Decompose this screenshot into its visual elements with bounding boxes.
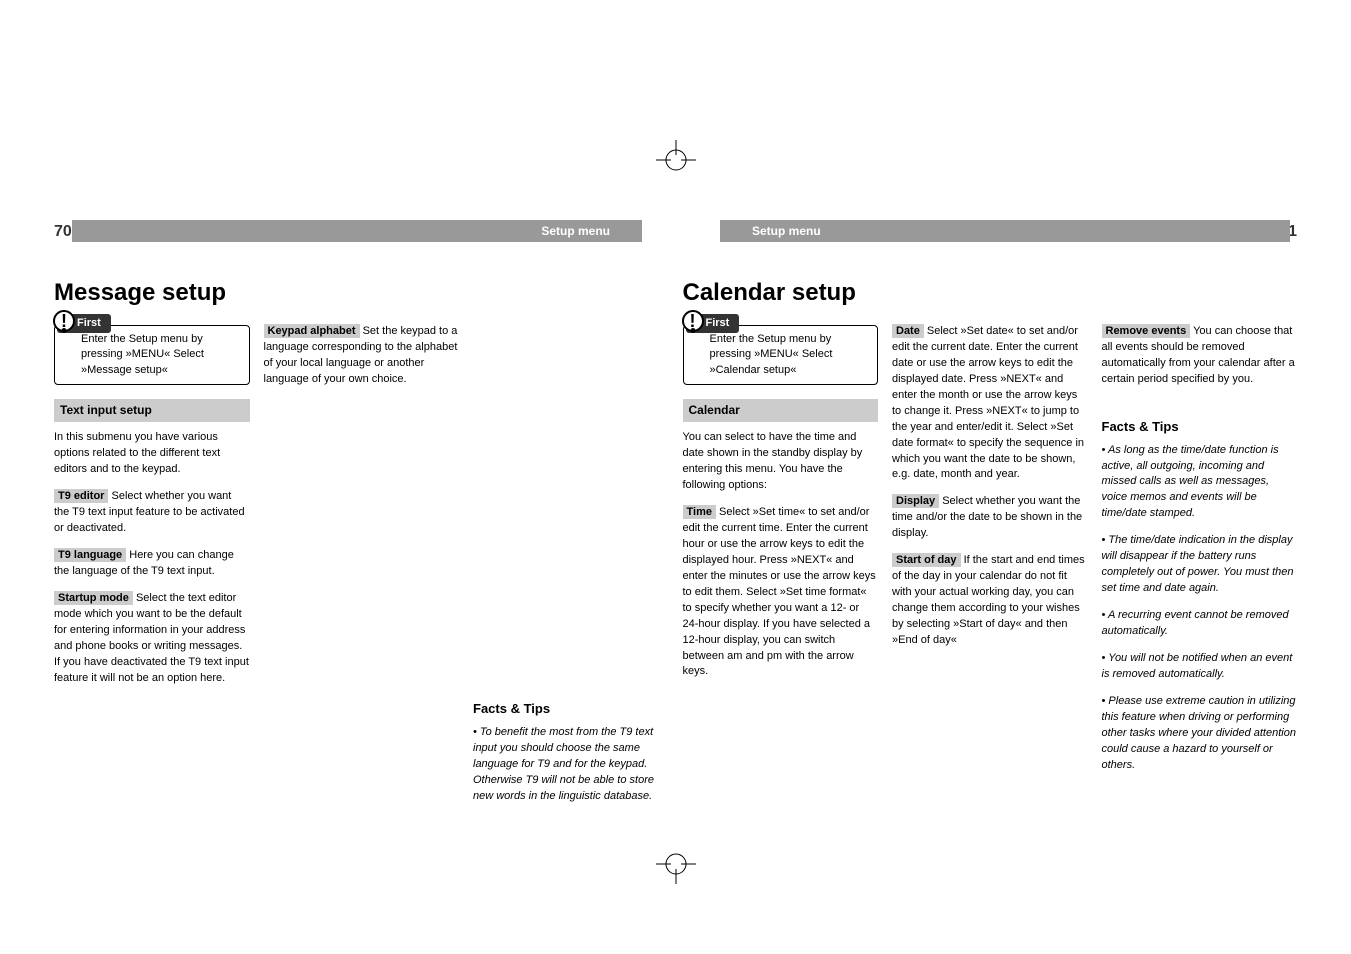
- header-text-right: Setup menu: [752, 224, 821, 238]
- column-4: Calendar setup ! First Enter the Setup m…: [683, 276, 879, 816]
- column-2: Keypad alphabet Set the keypad to a lang…: [264, 276, 460, 816]
- section-calendar: Calendar: [683, 399, 879, 422]
- tag-start-of-day: Start of day: [892, 553, 961, 567]
- tip-5: • You will not be notified when an event…: [1102, 651, 1298, 683]
- para-date: Date Select »Set date« to set and/or edi…: [892, 324, 1088, 483]
- crop-mark-bottom: [656, 844, 696, 884]
- tip-3: • The time/date indication in the displa…: [1102, 533, 1298, 597]
- para-remove: Remove events You can choose that all ev…: [1102, 324, 1298, 388]
- para-t9lang: T9 language Here you can change the lang…: [54, 548, 250, 580]
- para-calendar-intro: You can select to have the time and date…: [683, 430, 879, 494]
- tag-t9-language: T9 language: [54, 548, 126, 562]
- tag-startup-mode: Startup mode: [54, 591, 133, 605]
- first-box-2: ! First Enter the Setup menu by pressing…: [683, 325, 879, 385]
- para-intro: In this submenu you have various options…: [54, 430, 250, 478]
- para-display: Display Select whether you want the time…: [892, 494, 1088, 542]
- header-bar-left: Setup menu: [72, 220, 642, 242]
- column-1: Message setup ! First Enter the Setup me…: [54, 276, 250, 816]
- tip-4: • A recurring event cannot be removed au…: [1102, 608, 1298, 640]
- header-text-left: Setup menu: [541, 224, 610, 238]
- tag-display: Display: [892, 494, 939, 508]
- title-calendar-setup: Calendar setup: [683, 276, 879, 311]
- tag-remove-events: Remove events: [1102, 324, 1191, 338]
- tip-6: • Please use extreme caution in utilizin…: [1102, 694, 1298, 774]
- para-startday: Start of day If the start and end times …: [892, 553, 1088, 649]
- tag-keypad-alphabet: Keypad alphabet: [264, 324, 360, 338]
- tip-2: • As long as the time/date function is a…: [1102, 443, 1298, 523]
- tag-time: Time: [683, 505, 716, 519]
- section-text-input: Text input setup: [54, 399, 250, 422]
- column-6: Remove events You can choose that all ev…: [1102, 276, 1298, 816]
- first-box-text: Enter the Setup menu by pressing »MENU« …: [81, 333, 204, 376]
- para-time: Time Select »Set time« to set and/or edi…: [683, 505, 879, 680]
- facts-tips-heading-1: Facts & Tips: [473, 700, 669, 719]
- exclamation-icon: !: [682, 310, 704, 332]
- tip-t9: • To benefit the most from the T9 text i…: [473, 725, 669, 805]
- para-t9editor: T9 editor Select whether you want the T9…: [54, 489, 250, 537]
- first-box-text: Enter the Setup menu by pressing »MENU« …: [710, 333, 833, 376]
- first-box-1: ! First Enter the Setup menu by pressing…: [54, 325, 250, 385]
- page-number-left: 70: [54, 223, 72, 241]
- header-bar-right: Setup menu: [720, 220, 1290, 242]
- para-keypad: Keypad alphabet Set the keypad to a lang…: [264, 324, 460, 388]
- title-message-setup: Message setup: [54, 276, 250, 311]
- column-5: Date Select »Set date« to set and/or edi…: [892, 276, 1088, 816]
- exclamation-icon: !: [53, 310, 75, 332]
- para-startup: Startup mode Select the text editor mode…: [54, 591, 250, 687]
- tag-date: Date: [892, 324, 924, 338]
- column-3: Facts & Tips • To benefit the most from …: [473, 276, 669, 816]
- tag-t9-editor: T9 editor: [54, 489, 108, 503]
- facts-tips-heading-2: Facts & Tips: [1102, 418, 1298, 437]
- crop-mark-top: [656, 140, 696, 180]
